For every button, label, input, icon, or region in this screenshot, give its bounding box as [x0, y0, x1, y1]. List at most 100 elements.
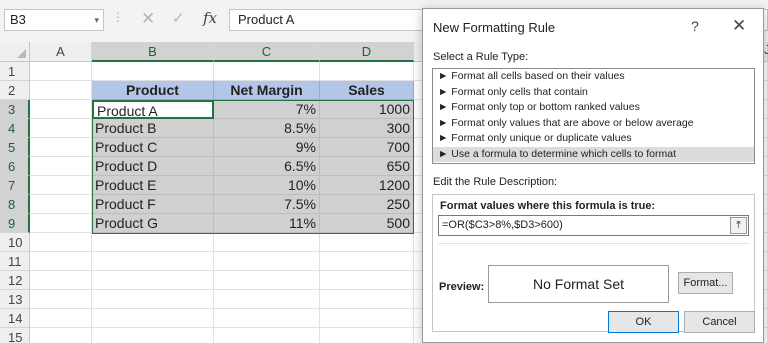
table-cell-sales[interactable]: 700 [320, 138, 414, 157]
table-cell-sales[interactable]: 1000 [320, 100, 414, 119]
cancel-button[interactable]: Cancel [684, 311, 755, 333]
empty-cell[interactable] [320, 233, 414, 252]
table-header-net-margin[interactable]: Net Margin [214, 81, 320, 100]
rule-type-item[interactable]: ► Format all cells based on their values [433, 69, 754, 85]
table-cell-net-margin[interactable]: 11% [214, 214, 320, 233]
insert-function-icon[interactable]: fx [203, 8, 217, 28]
empty-cell[interactable] [30, 138, 92, 157]
table-cell-sales[interactable]: 1200 [320, 176, 414, 195]
empty-cell[interactable] [30, 62, 92, 81]
empty-cell[interactable] [30, 309, 92, 328]
row-header[interactable]: 15 [0, 328, 30, 343]
table-cell-net-margin[interactable]: 7% [214, 100, 320, 119]
empty-cell[interactable] [92, 62, 214, 81]
formula-rule-input[interactable]: =OR($C3>8%,$D3>600) ⤒ [438, 215, 749, 236]
table-cell-product[interactable]: Product F [92, 195, 214, 214]
empty-cell[interactable] [92, 309, 214, 328]
empty-cell[interactable] [214, 290, 320, 309]
empty-cell[interactable] [30, 119, 92, 138]
empty-cell[interactable] [214, 328, 320, 343]
empty-cell[interactable] [30, 100, 92, 119]
table-cell-product[interactable]: Product B [92, 119, 214, 138]
table-header-sales[interactable]: Sales [320, 81, 414, 100]
empty-cell[interactable] [30, 214, 92, 233]
empty-cell[interactable] [92, 252, 214, 271]
table-cell-sales[interactable]: 650 [320, 157, 414, 176]
table-header-product[interactable]: Product [92, 81, 214, 100]
table-cell-net-margin[interactable]: 9% [214, 138, 320, 157]
table-cell-product[interactable]: Product C [92, 138, 214, 157]
ok-button[interactable]: OK [608, 311, 679, 333]
empty-cell[interactable] [214, 252, 320, 271]
table-cell-net-margin[interactable]: 8.5% [214, 119, 320, 138]
confirm-entry-icon[interactable]: ✓ [172, 9, 185, 29]
column-header-j[interactable]: J [764, 42, 768, 57]
row-header[interactable]: 8 [0, 195, 30, 214]
empty-cell[interactable] [320, 62, 414, 81]
table-cell-sales[interactable]: 500 [320, 214, 414, 233]
empty-cell[interactable] [92, 328, 214, 343]
row-header[interactable]: 5 [0, 138, 30, 157]
row-header[interactable]: 3 [0, 100, 30, 119]
row-header[interactable]: 11 [0, 252, 30, 271]
empty-cell[interactable] [214, 233, 320, 252]
empty-cell[interactable] [320, 271, 414, 290]
empty-cell[interactable] [92, 233, 214, 252]
empty-cell[interactable] [30, 328, 92, 343]
table-cell-sales[interactable]: 300 [320, 119, 414, 138]
empty-cell[interactable] [92, 290, 214, 309]
select-all-corner[interactable] [0, 42, 30, 62]
column-header-b[interactable]: B [92, 42, 214, 62]
empty-cell[interactable] [30, 271, 92, 290]
empty-cell[interactable] [320, 290, 414, 309]
column-header-c[interactable]: C [214, 42, 320, 62]
empty-cell[interactable] [92, 271, 214, 290]
row-header[interactable]: 9 [0, 214, 30, 233]
rule-type-list[interactable]: ► Format all cells based on their values… [432, 68, 755, 164]
empty-cell[interactable] [214, 62, 320, 81]
table-cell-product[interactable]: Product G [92, 214, 214, 233]
row-header[interactable]: 4 [0, 119, 30, 138]
format-button[interactable]: Format... [678, 272, 733, 294]
cancel-entry-icon[interactable]: ✕ [141, 9, 155, 29]
table-cell-net-margin[interactable]: 10% [214, 176, 320, 195]
empty-cell[interactable] [30, 157, 92, 176]
empty-cell[interactable] [214, 271, 320, 290]
table-cell-product[interactable]: Product E [92, 176, 214, 195]
empty-cell[interactable] [320, 252, 414, 271]
rule-type-item[interactable]: ► Format only values that are above or b… [433, 116, 754, 132]
help-icon[interactable]: ? [691, 18, 699, 34]
empty-cell[interactable] [30, 290, 92, 309]
row-header[interactable]: 6 [0, 157, 30, 176]
table-cell-product[interactable]: Product A [92, 100, 214, 119]
row-header[interactable]: 1 [0, 62, 30, 81]
chevron-down-icon[interactable]: ▾ [94, 10, 99, 30]
rule-type-item[interactable]: ► Format only top or bottom ranked value… [433, 100, 754, 116]
table-cell-product[interactable]: Product D [92, 157, 214, 176]
name-box[interactable]: B3 ▾ [4, 9, 104, 31]
row-header[interactable]: 10 [0, 233, 30, 252]
table-cell-net-margin[interactable]: 7.5% [214, 195, 320, 214]
table-cell-net-margin[interactable]: 6.5% [214, 157, 320, 176]
row-header[interactable]: 14 [0, 309, 30, 328]
close-icon[interactable]: ✕ [732, 16, 746, 36]
rule-type-item-selected[interactable]: ► Use a formula to determine which cells… [433, 146, 754, 162]
collapse-dialog-icon[interactable]: ⤒ [730, 217, 747, 234]
empty-cell[interactable] [30, 233, 92, 252]
row-header[interactable]: 13 [0, 290, 30, 309]
row-header[interactable]: 12 [0, 271, 30, 290]
empty-cell[interactable] [30, 176, 92, 195]
rule-type-item[interactable]: ► Format only cells that contain [433, 85, 754, 101]
table-cell-sales[interactable]: 250 [320, 195, 414, 214]
column-header-d[interactable]: D [320, 42, 414, 62]
rule-type-item[interactable]: ► Format only unique or duplicate values [433, 131, 754, 147]
empty-cell[interactable] [30, 81, 92, 100]
empty-cell[interactable] [320, 309, 414, 328]
empty-cell[interactable] [320, 328, 414, 343]
empty-cell[interactable] [214, 309, 320, 328]
column-header-a[interactable]: A [30, 42, 92, 62]
row-header[interactable]: 2 [0, 81, 30, 100]
row-header[interactable]: 7 [0, 176, 30, 195]
empty-cell[interactable] [30, 195, 92, 214]
empty-cell[interactable] [30, 252, 92, 271]
